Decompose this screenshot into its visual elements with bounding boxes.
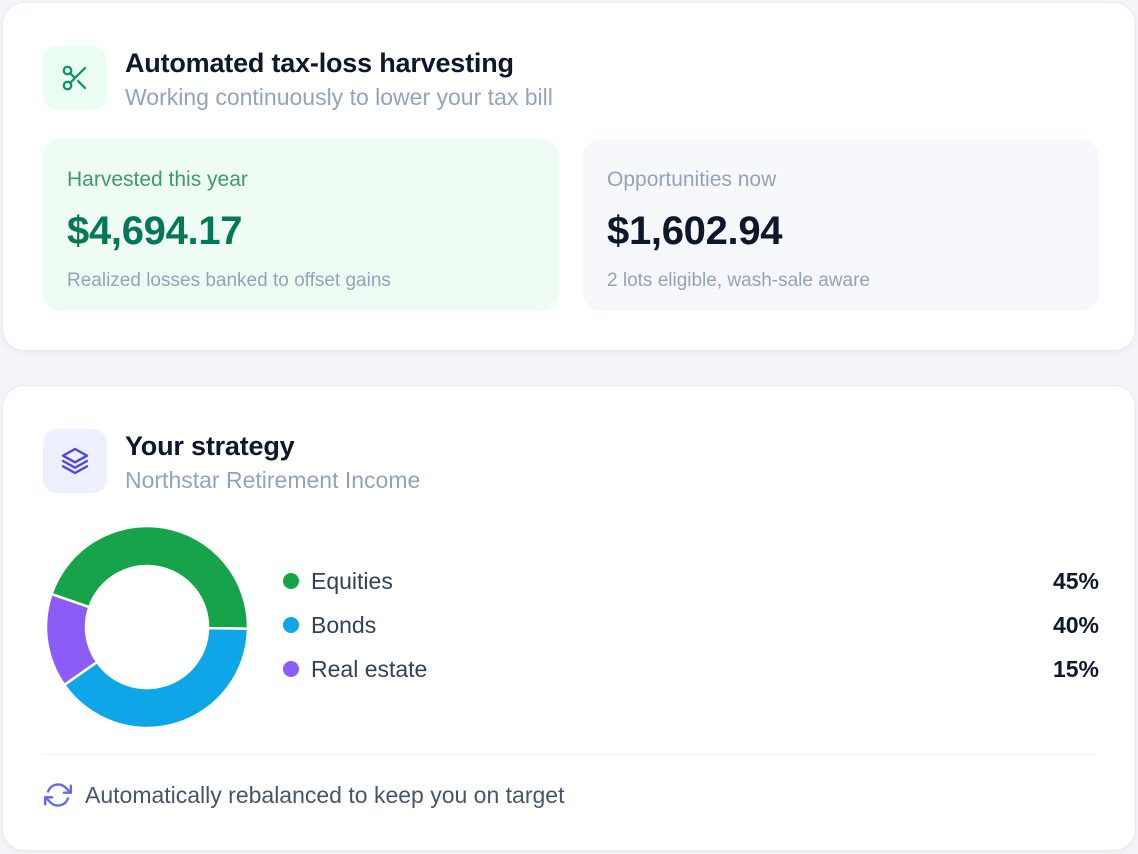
legend-dot-equities: [283, 573, 299, 589]
tax-harvesting-subtitle: Working continuously to lower your tax b…: [125, 84, 553, 110]
opportunities-value: $1,602.94: [607, 209, 783, 253]
harvested-note: Realized losses banked to offset gains: [67, 270, 391, 291]
tax-harvesting-card: Automated tax-loss harvesting Working co…: [2, 2, 1136, 351]
strategy-title: Your strategy: [125, 431, 295, 461]
scissors-icon: [43, 46, 107, 110]
legend-item-real-estate: Real estate 15%: [283, 647, 1099, 691]
allocation-donut-svg: [45, 525, 249, 729]
divider: [43, 754, 1095, 755]
legend-item-equities: Equities 45%: [283, 559, 1099, 603]
legend-label-equities: Equities: [311, 567, 393, 594]
legend-label-real-estate: Real estate: [311, 655, 428, 682]
opportunities-note: 2 lots eligible, wash-sale aware: [607, 270, 870, 291]
allocation-legend: Equities 45% Bonds 40% Real estate 15%: [283, 559, 1099, 691]
harvested-label: Harvested this year: [67, 168, 248, 191]
refresh-icon: [43, 780, 73, 810]
legend-value-real-estate: 15%: [1052, 655, 1099, 682]
strategy-card: Your strategy Northstar Retirement Incom…: [2, 385, 1136, 851]
opportunities-label: Opportunities now: [607, 168, 777, 191]
rebalance-text: Automatically rebalanced to keep you on …: [85, 781, 565, 808]
layers-icon: [43, 429, 107, 493]
legend-value-bonds: 40%: [1052, 611, 1099, 638]
legend-item-bonds: Bonds 40%: [283, 603, 1099, 647]
legend-dot-bonds: [283, 617, 299, 633]
tax-harvesting-title: Automated tax-loss harvesting: [125, 48, 514, 78]
legend-value-equities: 45%: [1052, 567, 1099, 594]
harvested-stat-tile: Harvested this year $4,694.17 Realized l…: [43, 139, 559, 311]
allocation-donut-chart: [45, 525, 249, 729]
tax-harvesting-header: Automated tax-loss harvesting Working co…: [43, 46, 553, 112]
strategy-subtitle: Northstar Retirement Income: [125, 467, 421, 493]
donut-slice-bonds: [63, 626, 249, 729]
legend-dot-real-estate: [283, 661, 299, 677]
opportunities-stat-tile: Opportunities now $1,602.94 2 lots eligi…: [583, 139, 1099, 311]
rebalance-footer: Automatically rebalanced to keep you on …: [43, 780, 564, 810]
strategy-header: Your strategy Northstar Retirement Incom…: [43, 429, 420, 495]
harvested-value: $4,694.17: [67, 209, 243, 253]
legend-label-bonds: Bonds: [311, 611, 377, 638]
